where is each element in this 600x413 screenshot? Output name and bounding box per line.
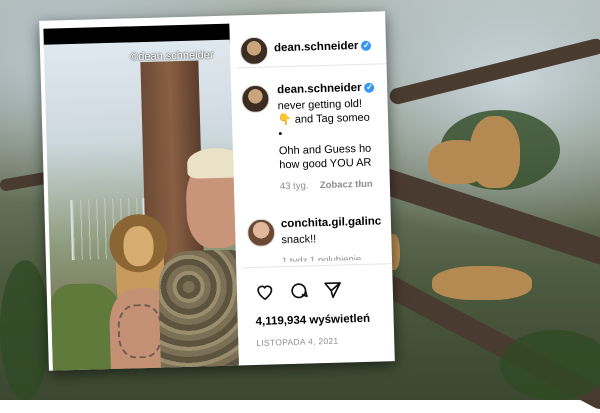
caption-line: 👇 and Tag someo [277, 111, 370, 127]
photo-watermark: ©dean.schneider [130, 49, 214, 64]
comment-meta: 1 tydz 1 polubienie [281, 254, 362, 263]
foliage [0, 260, 50, 400]
comment-username[interactable]: conchita.gil.galinc [281, 215, 382, 230]
post-date: LISTOPADA 4, 2021 [256, 335, 339, 348]
translate-link[interactable]: Zobacz tłun [320, 178, 373, 193]
author-avatar[interactable] [239, 36, 269, 66]
verified-icon: ✓ [361, 40, 372, 51]
man-hair [186, 147, 239, 179]
lion-cub [470, 116, 520, 188]
view-count: 4,119,934 wyświetleń [255, 312, 371, 328]
lion-cub [432, 266, 532, 300]
share-icon[interactable] [323, 280, 344, 301]
caption-line: • [278, 128, 283, 141]
author-username[interactable]: dean.schneider ✓ [274, 40, 372, 54]
post-header: dean.schneider ✓ [235, 31, 387, 69]
author-username-text[interactable]: dean.schneider [274, 40, 359, 54]
commenter-avatar[interactable] [246, 218, 276, 248]
verified-icon: ✓ [364, 82, 375, 93]
man-shirt [157, 248, 239, 371]
caption-avatar[interactable] [241, 84, 270, 114]
post-photo[interactable] [43, 39, 239, 371]
lion-face [122, 225, 155, 267]
comment-icon[interactable] [289, 280, 310, 301]
tattoo [117, 303, 163, 359]
caption-username[interactable]: dean.schneider ✓ [277, 82, 375, 96]
post-side-panel: dean.schneider ✓ dean.schneider ✓ never ge… [235, 17, 395, 365]
foliage [500, 330, 600, 400]
caption-line: how good YOU AR [279, 156, 372, 172]
heart-icon[interactable] [255, 281, 276, 302]
caption-age: 43 tyg. [279, 180, 309, 193]
caption-username-text[interactable]: dean.schneider [277, 82, 362, 96]
post-actions: 4,119,934 wyświetleń LISTOPADA 4, 2021 [242, 263, 395, 365]
instagram-post-card: ©dean.schneider dean.schneider ✓ dean.sch… [39, 11, 395, 371]
comment-text: snack!! [281, 233, 317, 247]
tree-branch [388, 37, 600, 106]
